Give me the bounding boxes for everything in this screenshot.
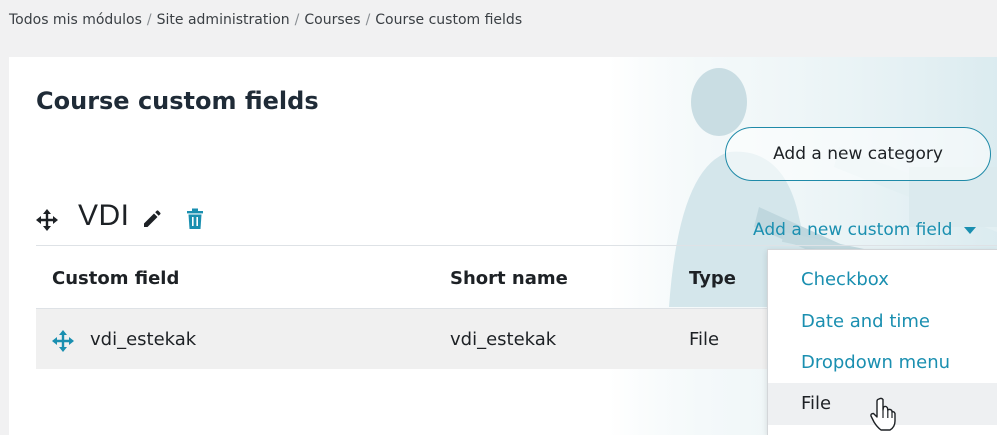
menu-item-dropdown-menu[interactable]: Dropdown menu bbox=[768, 342, 997, 384]
breadcrumb-separator: / bbox=[294, 12, 300, 28]
column-header-type: Type bbox=[689, 268, 736, 289]
add-category-button[interactable]: Add a new category bbox=[725, 127, 991, 181]
menu-item-checkbox[interactable]: Checkbox bbox=[768, 259, 997, 301]
add-custom-field-label: Add a new custom field bbox=[753, 220, 953, 240]
move-arrows-icon[interactable] bbox=[52, 330, 74, 352]
breadcrumb-separator: / bbox=[365, 12, 371, 28]
row-type: File bbox=[689, 329, 720, 350]
add-custom-field-toggle[interactable]: Add a new custom field bbox=[753, 220, 977, 240]
move-arrows-icon[interactable] bbox=[36, 209, 58, 231]
breadcrumb-item-site-administration[interactable]: Site administration bbox=[157, 12, 290, 28]
row-field-name: vdi_estekak bbox=[90, 329, 197, 350]
column-header-short-name: Short name bbox=[450, 268, 568, 289]
trash-icon[interactable] bbox=[186, 208, 204, 230]
category-name: VDI bbox=[78, 199, 130, 232]
main-card: Course custom fields Add a new category … bbox=[9, 57, 997, 435]
row-short-name: vdi_estekak bbox=[450, 329, 557, 350]
breadcrumb-separator: / bbox=[146, 12, 152, 28]
hand-pointer-icon bbox=[870, 397, 896, 431]
breadcrumb-item-courses[interactable]: Courses bbox=[304, 12, 360, 28]
breadcrumb-item-current: Course custom fields bbox=[375, 12, 523, 28]
column-header-custom-field: Custom field bbox=[52, 268, 180, 289]
pencil-icon[interactable] bbox=[142, 209, 162, 229]
breadcrumb: Todos mis módulos / Site administration / Co… bbox=[9, 12, 522, 28]
breadcrumb-item-my-modules[interactable]: Todos mis módulos bbox=[9, 12, 142, 28]
page-title: Course custom fields bbox=[36, 87, 319, 115]
caret-down-icon bbox=[964, 226, 977, 234]
menu-item-date-and-time[interactable]: Date and time bbox=[768, 301, 997, 343]
